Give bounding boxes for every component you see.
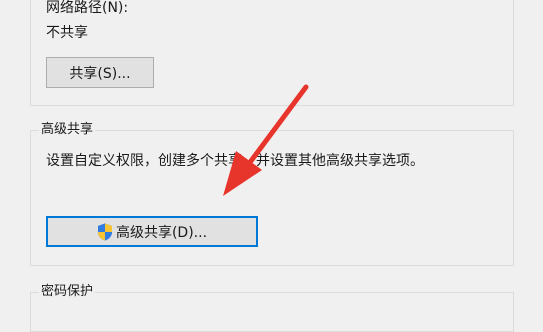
advanced-sharing-button-label: 高级共享(D)... — [115, 224, 208, 241]
advanced-sharing-button[interactable]: 高级共享(D)... — [46, 216, 258, 247]
password-protection-group: 密码保护 — [30, 284, 514, 332]
advanced-sharing-title: 高级共享 — [39, 122, 96, 138]
share-button[interactable]: 共享(S)... — [46, 57, 154, 88]
password-protection-title: 密码保护 — [39, 284, 96, 300]
advanced-sharing-description: 设置自定义权限，创建多个共享，并设置其他高级共享选项。 — [46, 153, 424, 169]
share-button-label: 共享(S)... — [69, 65, 131, 82]
network-path-label: 网络路径(N): — [46, 0, 129, 16]
uac-shield-icon — [97, 223, 112, 240]
network-path-value: 不共享 — [46, 25, 88, 41]
